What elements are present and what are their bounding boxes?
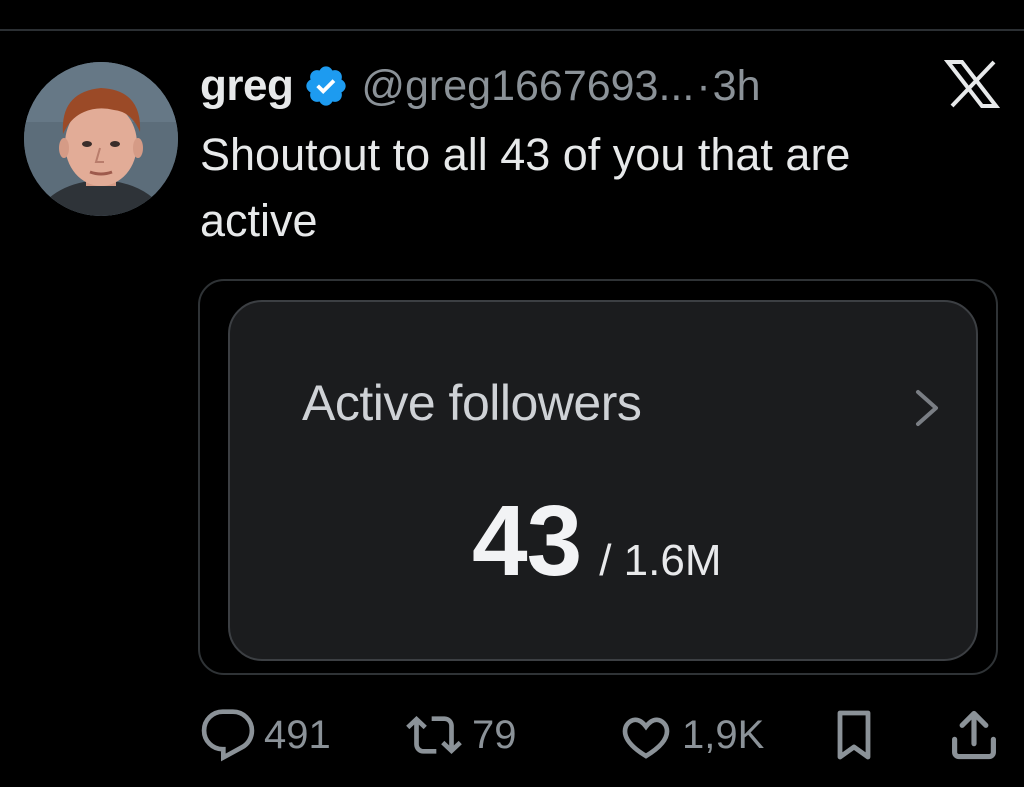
top-divider [0, 29, 1024, 31]
chevron-right-icon[interactable] [910, 386, 944, 430]
active-count: 43 [472, 485, 582, 597]
display-name[interactable]: greg [200, 61, 294, 111]
reply-icon [201, 709, 255, 762]
card-title: Active followers [302, 375, 642, 431]
action-bar: 491 79 1,9K [0, 700, 1024, 770]
retweet-count: 79 [472, 712, 517, 757]
avatar-photo-icon [24, 62, 178, 216]
active-followers-card[interactable]: Active followers 43 / 1.6M [228, 300, 978, 661]
x-logo-icon[interactable] [944, 58, 1000, 110]
share-icon [952, 710, 996, 760]
avatar[interactable] [24, 62, 178, 216]
separator-dot: · [696, 61, 711, 110]
share-button[interactable] [948, 700, 1000, 770]
like-button[interactable]: 1,9K [618, 700, 764, 770]
user-handle[interactable]: @greg1667693... [361, 62, 694, 111]
retweet-icon [406, 716, 462, 754]
bookmark-button[interactable] [830, 700, 878, 770]
reply-button[interactable]: 491 [200, 700, 331, 770]
timestamp[interactable]: 3h [713, 62, 761, 111]
tweet-header: greg @greg1667693... · 3h [200, 58, 1000, 114]
bookmark-icon [837, 710, 871, 760]
retweet-button[interactable]: 79 [404, 700, 517, 770]
card-value: 43 / 1.6M [472, 484, 722, 599]
heart-icon [622, 717, 670, 759]
reply-count: 491 [264, 712, 331, 757]
verified-badge-icon [306, 66, 347, 106]
like-count: 1,9K [682, 712, 765, 757]
total-followers: / 1.6M [599, 536, 722, 585]
tweet-text: Shoutout to all 43 of you that are activ… [200, 129, 851, 246]
